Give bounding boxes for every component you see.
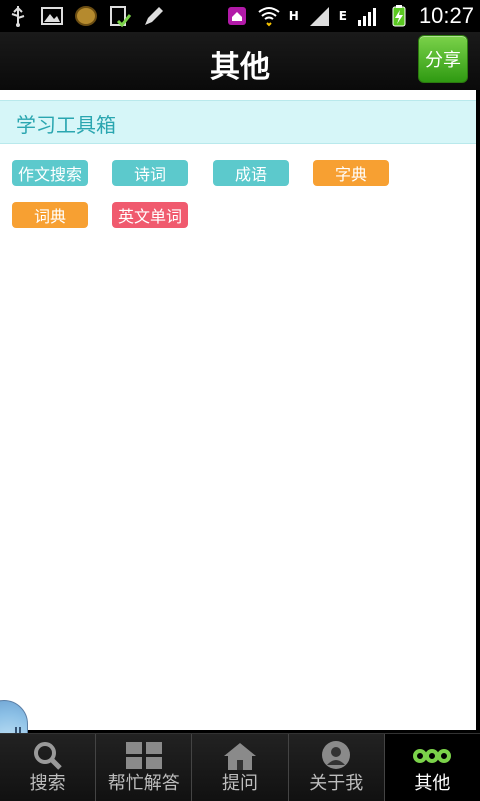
signal-bars-icon (357, 8, 376, 26)
tab-label: 搜索 (29, 773, 66, 794)
tab-ask[interactable]: 提问 (191, 734, 287, 801)
more-icon (413, 749, 452, 763)
tool-word-dictionary[interactable]: 词典 (12, 202, 88, 228)
share-button[interactable]: 分享 (418, 35, 468, 83)
bottom-tab-bar: 搜索 帮忙解答 提问 关于我 其他 (0, 733, 480, 801)
battery-icon (392, 5, 406, 27)
grid-icon (125, 742, 162, 769)
tool-essay-search[interactable]: 作文搜索 (12, 160, 88, 186)
tool-english-words[interactable]: 英文单词 (112, 202, 188, 228)
page-title: 其他 (210, 50, 270, 85)
tab-label: 帮忙解答 (107, 773, 180, 794)
status-icons-right: H E 10:27 (225, 3, 474, 29)
pencil-icon (145, 7, 163, 25)
download-done-icon (110, 6, 132, 28)
title-bar: 其他 分享 (0, 32, 480, 92)
store-icon (227, 7, 246, 25)
wifi-icon (258, 7, 280, 27)
tab-help-answer[interactable]: 帮忙解答 (95, 734, 191, 801)
home-icon (224, 743, 256, 770)
tab-label: 关于我 (309, 773, 364, 794)
tab-other[interactable]: 其他 (383, 734, 480, 801)
tool-character-dictionary[interactable]: 字典 (313, 160, 389, 186)
tab-search[interactable]: 搜索 (0, 734, 95, 801)
usb-icon (11, 6, 25, 27)
clock: 10:27 (418, 3, 474, 28)
signal-icon (309, 7, 329, 26)
tab-label: 提问 (222, 773, 258, 794)
section-title: 学习工具箱 (16, 113, 116, 137)
coin-icon (75, 6, 97, 26)
tab-about-me[interactable]: 关于我 (287, 734, 384, 801)
tool-poetry[interactable]: 诗词 (112, 160, 188, 186)
tool-idioms[interactable]: 成语 (213, 160, 289, 186)
image-icon (41, 7, 63, 25)
tab-label: 其他 (414, 773, 451, 794)
network-type-h: H (288, 9, 299, 23)
search-icon (33, 742, 62, 770)
person-icon (322, 741, 351, 769)
status-bar: H E 10:27 (0, 0, 480, 32)
network-type-e: E (338, 9, 347, 23)
main-content: 学习工具箱 作文搜索 诗词 成语 字典 词典 英文单词 (0, 90, 476, 730)
section-header: 学习工具箱 (0, 100, 476, 144)
status-icons-left (6, 4, 166, 28)
